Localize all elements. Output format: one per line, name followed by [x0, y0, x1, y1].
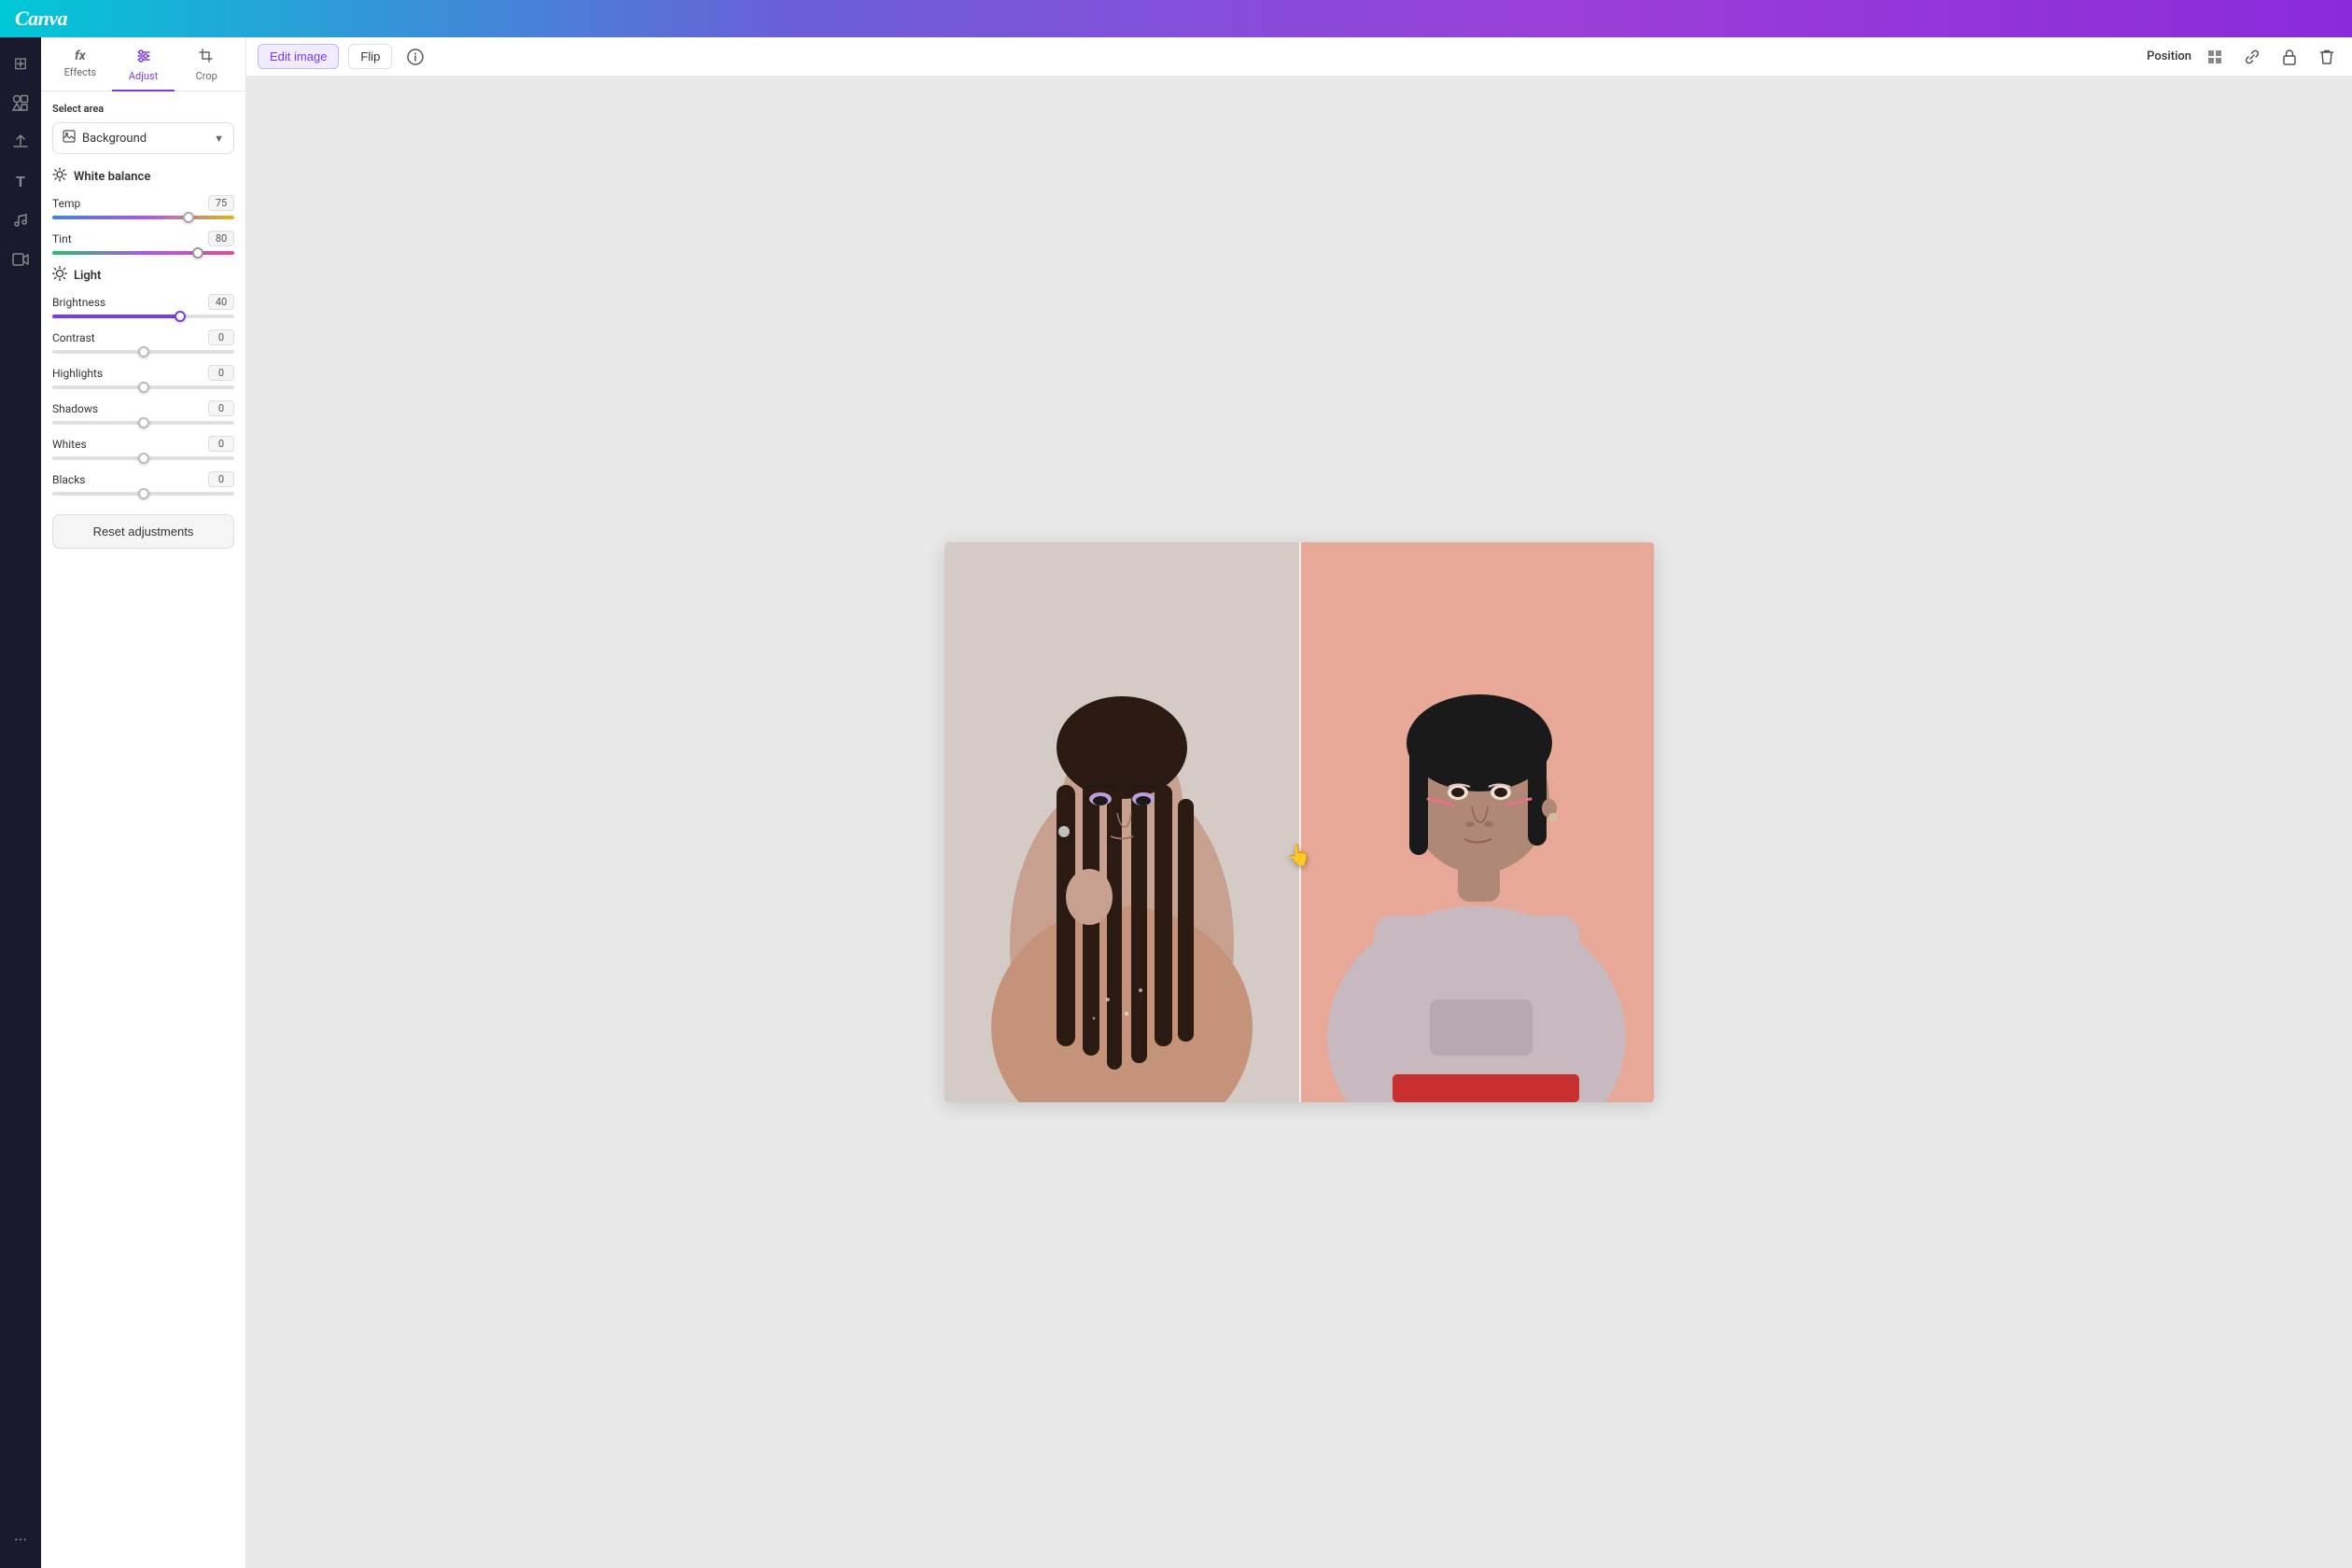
edit-image-button[interactable]: Edit image: [258, 44, 339, 69]
white-balance-icon: [52, 167, 67, 186]
sidebar-item-home[interactable]: ⊞: [4, 47, 37, 80]
flip-button[interactable]: Flip: [348, 44, 392, 69]
left-sidebar: ⊞ T ···: [0, 37, 41, 1568]
whites-slider-row: Whites 0: [52, 436, 234, 460]
sidebar-more[interactable]: ···: [4, 1523, 37, 1557]
brightness-slider-row: Brightness 40: [52, 294, 234, 318]
position-label: Position: [2147, 49, 2191, 63]
contrast-thumb[interactable]: [138, 346, 149, 357]
contrast-value[interactable]: 0: [208, 329, 234, 345]
blacks-track[interactable]: [52, 492, 234, 496]
canva-logo[interactable]: Canva: [15, 7, 67, 31]
temp-label: Temp: [52, 197, 80, 210]
temp-value[interactable]: 75: [208, 195, 234, 211]
image-container[interactable]: 👆: [945, 542, 1654, 1102]
image-right: [1299, 542, 1654, 1102]
light-header: Light: [52, 266, 234, 285]
temp-track[interactable]: [52, 216, 234, 219]
shadows-slider-row: Shadows 0: [52, 400, 234, 425]
highlights-slider-row: Highlights 0: [52, 365, 234, 389]
tab-adjust[interactable]: Adjust: [112, 43, 175, 91]
adjust-icon: [136, 49, 151, 67]
white-balance-header: White balance: [52, 167, 234, 186]
blacks-slider-row: Blacks 0: [52, 471, 234, 496]
sidebar-item-text[interactable]: T: [4, 164, 37, 198]
brightness-thumb[interactable]: [175, 311, 186, 322]
select-area-label: Select area: [52, 103, 234, 115]
brightness-track[interactable]: [52, 315, 234, 318]
adjust-panel: fx Effects Adjust Crop: [41, 37, 246, 1568]
tint-track[interactable]: [52, 251, 234, 255]
trash-icon[interactable]: [2313, 43, 2341, 71]
dropdown-chevron-icon: ▼: [214, 133, 224, 145]
top-bar: Canva: [0, 0, 2352, 37]
blacks-label: Blacks: [52, 473, 85, 486]
light-title: Light: [74, 269, 101, 283]
whites-label: Whites: [52, 438, 87, 451]
effects-icon: fx: [75, 49, 86, 63]
lock-icon[interactable]: [2275, 43, 2303, 71]
shadows-label: Shadows: [52, 402, 98, 415]
reset-adjustments-button[interactable]: Reset adjustments: [52, 514, 234, 549]
brightness-value[interactable]: 40: [208, 294, 234, 310]
light-icon: [52, 266, 67, 285]
split-line: [1299, 542, 1301, 1102]
tab-crop-label: Crop: [196, 70, 217, 82]
brightness-label: Brightness: [52, 296, 105, 309]
highlights-value[interactable]: 0: [208, 365, 234, 381]
sidebar-item-video[interactable]: [4, 243, 37, 276]
tint-slider-row: Tint 80: [52, 231, 234, 255]
tab-adjust-label: Adjust: [129, 70, 158, 82]
shadows-thumb[interactable]: [138, 417, 149, 428]
blacks-thumb[interactable]: [138, 488, 149, 499]
shadows-value[interactable]: 0: [208, 400, 234, 416]
cursor-hand: 👆: [1286, 845, 1311, 868]
top-toolbar: Edit image Flip Position: [246, 37, 2352, 77]
sidebar-item-elements[interactable]: [4, 86, 37, 119]
tab-effects-label: Effects: [64, 66, 97, 78]
contrast-slider-row: Contrast 0: [52, 329, 234, 354]
whites-track[interactable]: [52, 456, 234, 460]
whites-thumb[interactable]: [138, 453, 149, 464]
temp-thumb[interactable]: [183, 212, 194, 223]
whites-value[interactable]: 0: [208, 436, 234, 452]
contrast-track[interactable]: [52, 350, 234, 354]
select-area-value: Background: [82, 132, 147, 146]
highlights-label: Highlights: [52, 367, 103, 380]
sidebar-item-music[interactable]: [4, 203, 37, 237]
tint-label: Tint: [52, 232, 72, 245]
image-left: [945, 542, 1299, 1102]
tint-value[interactable]: 80: [208, 231, 234, 246]
tab-crop[interactable]: Crop: [175, 43, 238, 91]
image-icon: [63, 130, 76, 147]
temp-slider-row: Temp 75: [52, 195, 234, 219]
blacks-value[interactable]: 0: [208, 471, 234, 487]
crop-icon: [199, 49, 214, 67]
grid-icon[interactable]: [2201, 43, 2229, 71]
select-area-dropdown[interactable]: Background ▼: [52, 122, 234, 154]
sidebar-item-upload[interactable]: [4, 125, 37, 159]
shadows-track[interactable]: [52, 421, 234, 425]
panel-tabs: fx Effects Adjust Crop: [41, 37, 245, 91]
tab-effects[interactable]: fx Effects: [49, 43, 112, 91]
tint-thumb[interactable]: [192, 247, 203, 259]
highlights-thumb[interactable]: [138, 382, 149, 393]
contrast-label: Contrast: [52, 331, 95, 344]
white-balance-title: White balance: [74, 170, 150, 184]
link-icon[interactable]: [2238, 43, 2266, 71]
canvas-area: 👆: [246, 77, 2352, 1568]
info-button[interactable]: [401, 43, 429, 71]
highlights-track[interactable]: [52, 385, 234, 389]
